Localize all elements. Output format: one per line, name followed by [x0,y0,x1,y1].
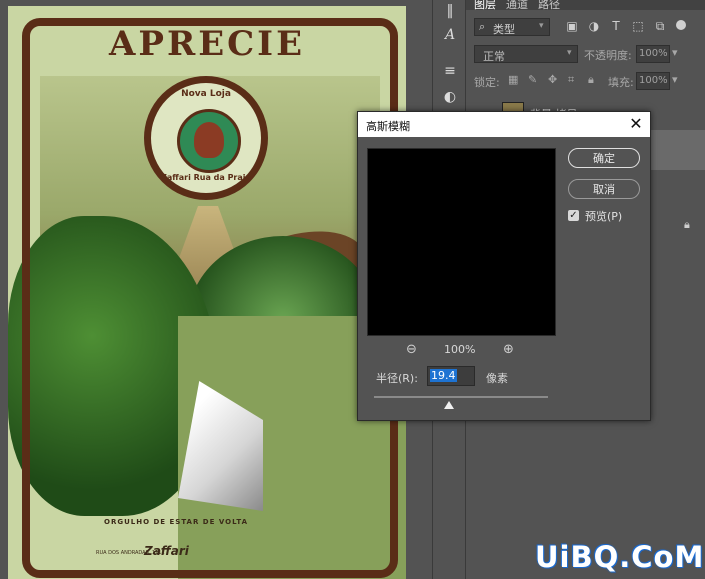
radius-label: 半径(R): [376,372,418,385]
blend-mode-select[interactable]: 正常 ▾ [474,45,578,63]
lock-transparency-icon[interactable]: ▦ [508,73,518,86]
search-icon: ⌕ [479,20,486,33]
collapse-icon[interactable]: ‖ [438,0,462,22]
dialog-title: 高斯模糊 [366,120,410,133]
lock-pixels-icon[interactable]: ✎ [528,73,537,86]
squirrel-mascot [194,122,224,158]
dialog-titlebar[interactable]: 高斯模糊 ✕ [358,112,650,137]
chevron-down-icon[interactable]: ▾ [672,46,678,59]
zoom-in-icon[interactable]: ⊕ [503,342,514,357]
filter-kind-label: 类型 [493,23,515,36]
character-icon[interactable]: A [438,24,462,46]
poster-title: APRECIE [109,24,305,64]
radius-slider-track[interactable] [374,396,548,398]
blur-preview[interactable] [367,148,556,336]
opacity-label: 不透明度: [584,49,632,62]
chevron-down-icon: ▾ [539,21,544,31]
lock-artboard-icon[interactable]: ⌗ [568,73,574,87]
lock-all-icon[interactable]: 🔒︎ [588,73,594,87]
adjustments-icon[interactable]: ≡ [438,60,462,82]
adjustment-filter-icon[interactable]: ◑ [586,18,602,34]
preview-checkbox[interactable]: ✓ [568,210,579,221]
close-icon[interactable]: ✕ [626,114,646,134]
poster-image: APRECIE Nova Loja Zaffari Rua da Praia O… [8,6,406,579]
poster-footer-text: ORGULHO DE ESTAR DE VOLTA [104,518,249,526]
shape-filter-icon[interactable]: ⬚ [630,18,646,34]
emblem-top-text: Nova Loja [181,89,231,99]
lock-icon: 🔒︎ [684,218,690,231]
emblem-center [177,109,241,173]
radius-value: 19.4 [430,369,457,382]
type-filter-icon[interactable]: T [608,18,624,34]
blend-mode-value: 正常 [483,50,505,63]
preview-checkbox-label: 预览(P) [585,210,623,223]
ok-button[interactable]: 确定 [568,148,640,168]
image-filter-icon[interactable]: ▣ [564,18,580,34]
filter-toggle-icon[interactable] [676,20,686,30]
cancel-button[interactable]: 取消 [568,179,640,199]
tab-layers[interactable]: 图层 [474,0,496,12]
fill-label: 填充: [608,76,634,89]
contrast-icon[interactable]: ◐ [438,86,462,108]
lock-label: 锁定: [474,76,500,89]
tab-paths[interactable]: 路径 [538,0,560,12]
tab-channels[interactable]: 通道 [506,0,528,12]
chevron-down-icon[interactable]: ▾ [672,73,678,86]
poster-emblem: Nova Loja Zaffari Rua da Praia [144,76,268,200]
radius-unit: 像素 [486,372,508,385]
radius-slider-thumb[interactable] [443,401,454,409]
panel-tabs: 图层 通道 路径 [466,0,705,12]
smart-object-filter-icon[interactable]: ⧉ [652,18,668,34]
poster-brand: Zaffari [144,544,189,558]
zoom-out-icon[interactable]: ⊖ [406,342,417,357]
radius-input[interactable]: 19.4 [427,366,475,386]
opacity-input[interactable]: 100% [636,45,670,63]
zoom-level: 100% [444,343,476,356]
lock-position-icon[interactable]: ✥ [548,73,557,86]
gaussian-blur-dialog: 高斯模糊 ✕ 确定 取消 ✓ 预览(P) ⊖ 100% ⊕ 半径(R): 19.… [357,111,651,421]
layer-filter-select[interactable]: ⌕ 类型 ▾ [474,18,550,36]
site-watermark: UiBQ.CoM [535,540,705,574]
emblem-bottom-text: Zaffari Rua da Praia [161,173,251,182]
fill-input[interactable]: 100% [636,72,670,90]
chevron-down-icon: ▾ [567,48,572,58]
